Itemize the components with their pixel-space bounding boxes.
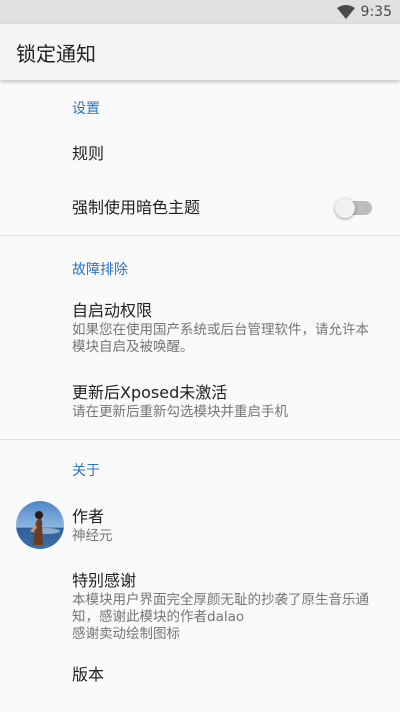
status-bar: 9:35	[0, 0, 400, 24]
section-header-about: 关于	[72, 463, 100, 479]
dark-theme-switch[interactable]	[335, 197, 372, 218]
pref-thanks[interactable]: 特别感谢 本模块用户界面完全厚颜无耻的抄袭了原生音乐通知，感谢此模块的作者dal…	[0, 560, 400, 652]
pref-dark-theme[interactable]: 强制使用暗色主题	[0, 180, 400, 235]
app-bar: 锁定通知	[0, 24, 400, 80]
pref-rules-title: 规则	[72, 144, 105, 163]
pref-rules[interactable]: 规则	[0, 128, 400, 180]
pref-xposed[interactable]: 更新后Xposed未激活 请在更新后重新勾选模块并重启手机	[0, 366, 400, 436]
pref-xposed-title: 更新后Xposed未激活	[72, 382, 228, 402]
pref-autostart-title: 自启动权限	[72, 300, 153, 320]
pref-autostart[interactable]: 自启动权限 如果您在使用国产系统或后台管理软件，请允许本模块自启及被唤醒。	[0, 289, 400, 366]
pref-thanks-title: 特别感谢	[72, 570, 137, 590]
pref-version-title: 版本	[72, 665, 105, 684]
pref-xposed-summary: 请在更新后重新勾选模块并重启手机	[72, 403, 288, 420]
wifi-icon	[336, 5, 355, 19]
section-header-settings: 设置	[72, 101, 100, 117]
pref-thanks-line2: 感谢卖动绘制图标	[72, 625, 180, 642]
preferences-list: 设置 规则 强制使用暗色主题 故障排除 自启动权限 如果您在使用国产系统或后台管…	[0, 80, 400, 712]
page-title: 锁定通知	[16, 41, 96, 66]
pref-version[interactable]: 版本	[0, 652, 400, 712]
pref-author[interactable]: 作者 神经元	[0, 490, 400, 560]
status-time: 9:35	[360, 4, 392, 20]
pref-author-title: 作者	[72, 506, 105, 526]
author-avatar	[16, 501, 64, 549]
pref-autostart-summary: 如果您在使用国产系统或后台管理软件，请允许本模块自启及被唤醒。	[72, 321, 369, 355]
switch-thumb	[335, 197, 355, 218]
pref-thanks-line1: 本模块用户界面完全厚颜无耻的抄袭了原生音乐通知，感谢此模块的作者dalao	[72, 591, 369, 625]
section-header-troubleshoot: 故障排除	[72, 262, 128, 278]
pref-author-name: 神经元	[72, 527, 113, 544]
